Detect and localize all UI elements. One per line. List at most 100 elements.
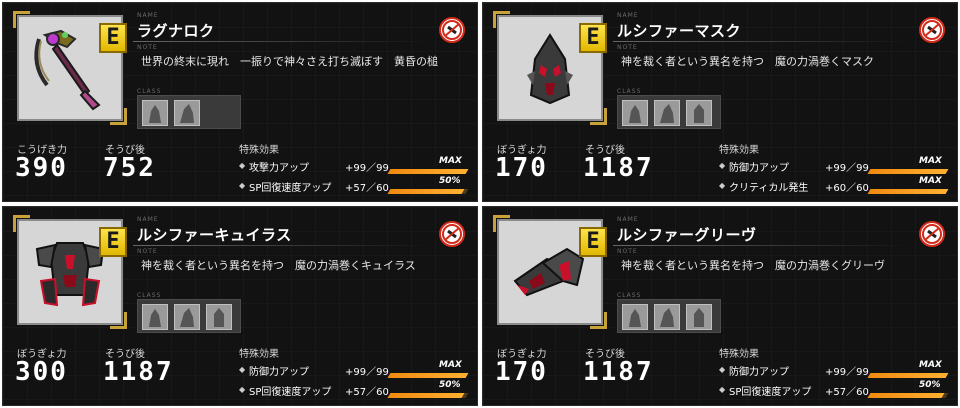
class-slot (654, 304, 680, 330)
effect-row: ◆ SP回復速度アップ +57／60 50% (239, 380, 471, 399)
effect-bar (867, 169, 949, 174)
class-slot (622, 304, 648, 330)
class-silhouette-icon (149, 309, 161, 327)
item-note: 神を裁く者という異名を持つ 魔の力渦巻くキュイラス (141, 259, 416, 272)
rank-badge: E (99, 227, 127, 257)
class-slot (174, 304, 200, 330)
bullet-icon: ◆ (239, 365, 246, 374)
class-slot (142, 100, 168, 126)
after-value: 1187 (103, 357, 174, 387)
name-divider (613, 245, 913, 246)
effect-row: ◆ クリティカル発生 +60／60 MAX (719, 176, 951, 195)
class-slots (617, 95, 721, 129)
note-caption: NOTE (617, 44, 638, 51)
class-slot (174, 100, 200, 126)
class-slot (686, 100, 712, 126)
class-caption: CLASS (137, 88, 162, 95)
effect-row: ◆ SP回復速度アップ +57／60 50% (719, 380, 951, 399)
effects-heading: 特殊効果 (239, 145, 279, 156)
effect-value: +99／99 (345, 163, 389, 174)
class-slot (686, 304, 712, 330)
item-name: ラグナロク (137, 22, 215, 40)
rank-badge: E (579, 23, 607, 53)
stat-value: 390 (15, 153, 68, 183)
class-slots (137, 299, 241, 333)
equipment-card-lucifer-greaves[interactable]: E NAME ルシファーグリーヴ NOTE 神を裁く者という異名を持つ 魔の力渦… (482, 206, 958, 406)
note-caption: NOTE (137, 44, 158, 51)
item-note: 世界の終末に現れ 一振りで神々さえ打ち滅ぼす 黄昏の槌 (141, 55, 438, 68)
stat-value: 170 (495, 357, 548, 387)
effects-heading: 特殊効果 (239, 349, 279, 360)
effects-heading: 特殊効果 (719, 349, 759, 360)
class-slots (617, 299, 721, 333)
effect-bar (867, 393, 949, 398)
item-name: ルシファーキュイラス (137, 226, 292, 244)
effect-value: +99／99 (825, 367, 869, 378)
class-silhouette-icon (149, 105, 161, 123)
equipment-card-lucifer-mask[interactable]: E NAME ルシファーマスク NOTE 神を裁く者という異名を持つ 魔の力渦巻… (482, 2, 958, 202)
class-slot (622, 100, 648, 126)
effect-row: ◆ 攻撃力アップ +99／99 MAX (239, 156, 471, 175)
note-caption: NOTE (137, 248, 158, 255)
effect-name: 攻撃力アップ (249, 163, 309, 174)
class-silhouette-icon (180, 104, 194, 123)
bullet-icon: ◆ (719, 161, 726, 170)
effect-tag: MAX (919, 156, 942, 166)
effect-value: +57／60 (345, 387, 389, 398)
rank-badge: E (99, 23, 127, 53)
class-caption: CLASS (137, 292, 162, 299)
class-silhouette-icon (660, 104, 674, 123)
effect-name: SP回復速度アップ (729, 387, 812, 398)
effect-row: ◆ 防御力アップ +99／99 MAX (239, 360, 471, 379)
no-trade-icon (919, 221, 945, 247)
effect-tag: MAX (919, 360, 942, 370)
bullet-icon: ◆ (239, 161, 246, 170)
rank-badge: E (579, 227, 607, 257)
item-note: 神を裁く者という異名を持つ 魔の力渦巻くグリーヴ (621, 259, 885, 272)
class-silhouette-icon (214, 308, 224, 327)
equipment-card-lucifer-cuirass[interactable]: E NAME ルシファーキュイラス NOTE 神を裁く者という異名を持つ 魔の力… (2, 206, 478, 406)
class-caption: CLASS (617, 292, 642, 299)
effects-heading: 特殊効果 (719, 145, 759, 156)
effect-name: 防御力アップ (249, 367, 309, 378)
effect-bar (387, 393, 469, 398)
after-value: 752 (103, 153, 156, 183)
class-caption: CLASS (617, 88, 642, 95)
bullet-icon: ◆ (719, 181, 726, 190)
item-note: 神を裁く者という異名を持つ 魔の力渦巻くマスク (621, 55, 874, 68)
class-silhouette-icon (660, 308, 674, 327)
effect-name: 防御力アップ (729, 163, 789, 174)
effect-bar (867, 373, 949, 378)
name-caption: NAME (137, 216, 159, 223)
name-divider (133, 41, 433, 42)
effect-tag: 50% (439, 176, 461, 186)
bullet-icon: ◆ (719, 385, 726, 394)
item-name: ルシファーグリーヴ (617, 226, 757, 244)
effect-tag: MAX (439, 360, 462, 370)
effect-tag: MAX (919, 176, 942, 186)
class-slot (206, 304, 232, 330)
effect-row: ◆ SP回復速度アップ +57／60 50% (239, 176, 471, 195)
no-trade-icon (439, 221, 465, 247)
effect-value: +57／60 (345, 183, 389, 194)
effect-tag: 50% (439, 380, 461, 390)
equipment-card-ragnarok[interactable]: E NAME ラグナロク NOTE 世界の終末に現れ 一振りで神々さえ打ち滅ぼす… (2, 2, 478, 202)
bullet-icon: ◆ (239, 385, 246, 394)
effect-value: +99／99 (825, 163, 869, 174)
effect-bar (387, 169, 469, 174)
effect-bar (867, 189, 949, 194)
effect-name: SP回復速度アップ (249, 387, 332, 398)
class-silhouette-icon (180, 308, 194, 327)
name-caption: NAME (137, 12, 159, 19)
effect-name: クリティカル発生 (729, 183, 809, 194)
name-divider (613, 41, 913, 42)
name-divider (133, 245, 433, 246)
effect-name: 防御力アップ (729, 367, 789, 378)
effect-tag: MAX (439, 156, 462, 166)
effect-value: +60／60 (825, 183, 869, 194)
no-trade-icon (919, 17, 945, 43)
class-silhouette-icon (694, 104, 704, 123)
class-silhouette-icon (629, 105, 641, 123)
stat-value: 300 (15, 357, 68, 387)
effect-name: SP回復速度アップ (249, 183, 332, 194)
